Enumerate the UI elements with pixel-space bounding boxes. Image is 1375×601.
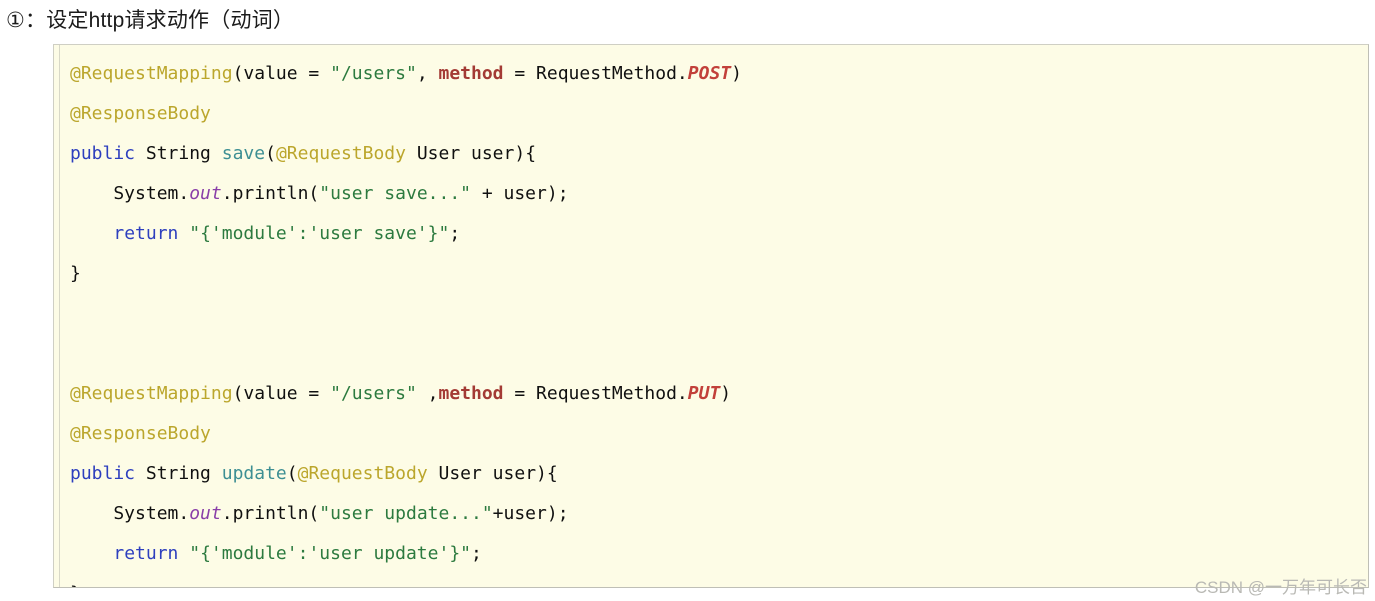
code-token-plain: ) [720, 383, 732, 404]
code-token-plain: } [70, 263, 81, 284]
code-token-plain: (value = [232, 63, 331, 84]
code-token-plain: ) [731, 63, 742, 84]
code-token-plain: (value = [232, 383, 331, 404]
code-token-annotation: @ResponseBody [70, 423, 211, 444]
code-token-plain: ; [449, 223, 461, 244]
code-token-enum: POST [687, 63, 732, 84]
code-line: System.out.println("user save..." + user… [70, 174, 1364, 214]
code-token-plain: + user); [471, 183, 569, 204]
code-token-string: "{'module':'user update'}" [189, 543, 471, 564]
code-token-plain: +user); [492, 503, 569, 524]
code-token-plain: , [416, 383, 439, 404]
code-token-attribute: method [438, 383, 504, 404]
code-token-annotation: @RequestBody [297, 463, 428, 484]
code-token-annotation: @RequestMapping [70, 383, 233, 404]
code-token-annotation: @RequestBody [275, 143, 406, 164]
code-token-string: "user save..." [319, 183, 471, 204]
code-token-string: "/users" [330, 383, 417, 404]
code-token-plain: System. [70, 183, 190, 204]
code-token-keyword: public [70, 463, 136, 484]
code-token-plain: ( [265, 143, 276, 164]
code-token-keyword: public [70, 143, 136, 164]
code-block-card: @RequestMapping(value = "/users", method… [53, 44, 1369, 588]
code-token-attribute: method [438, 63, 504, 84]
code-token-plain: ; [471, 543, 482, 564]
code-token-annotation: @RequestMapping [70, 63, 233, 84]
code-token-plain: User user){ [427, 463, 558, 484]
code-token-keyword: return [113, 223, 179, 244]
code-token-plain: String [135, 463, 222, 484]
code-line: } [70, 574, 1364, 587]
code-gutter-rule [59, 45, 60, 587]
code-line: @RequestMapping(value = "/users" ,method… [70, 374, 1364, 414]
code-token-method: save [221, 143, 266, 164]
code-token-string: "{'module':'user save'}" [189, 223, 450, 244]
code-token-annotation: @ResponseBody [70, 103, 211, 124]
code-token-field: out [189, 183, 222, 204]
code-token-keyword: return [113, 543, 179, 564]
code-token-plain: } [70, 583, 81, 587]
code-token-method: update [221, 463, 287, 484]
page-title: ①：设定http请求动作（动词） [6, 9, 295, 32]
code-line: } [70, 254, 1364, 294]
code-listing: @RequestMapping(value = "/users", method… [70, 54, 1364, 587]
code-line: return "{'module':'user save'}"; [70, 214, 1364, 254]
code-token-plain: = RequestMethod. [503, 63, 688, 84]
code-token-plain: ( [286, 463, 298, 484]
code-line: public String update(@RequestBody User u… [70, 454, 1364, 494]
code-token-plain: = RequestMethod. [503, 383, 688, 404]
code-token-plain: User user){ [405, 143, 537, 164]
code-line: @ResponseBody [70, 414, 1364, 454]
code-token-string: "user update..." [319, 503, 493, 524]
code-token-string: "/users" [330, 63, 417, 84]
code-line: @RequestMapping(value = "/users", method… [70, 54, 1364, 94]
code-token-field: out [189, 503, 222, 524]
code-line: System.out.println("user update..."+user… [70, 494, 1364, 534]
code-line: @ResponseBody [70, 94, 1364, 134]
code-line: return "{'module':'user update'}"; [70, 534, 1364, 574]
code-token-plain: .println( [221, 503, 320, 524]
code-token-plain: , [416, 63, 439, 84]
code-token-plain: .println( [221, 183, 320, 204]
code-token-enum: PUT [687, 383, 721, 404]
code-line: public String save(@RequestBody User use… [70, 134, 1364, 174]
code-token-plain: System. [70, 503, 190, 524]
code-token-plain: String [135, 143, 222, 164]
